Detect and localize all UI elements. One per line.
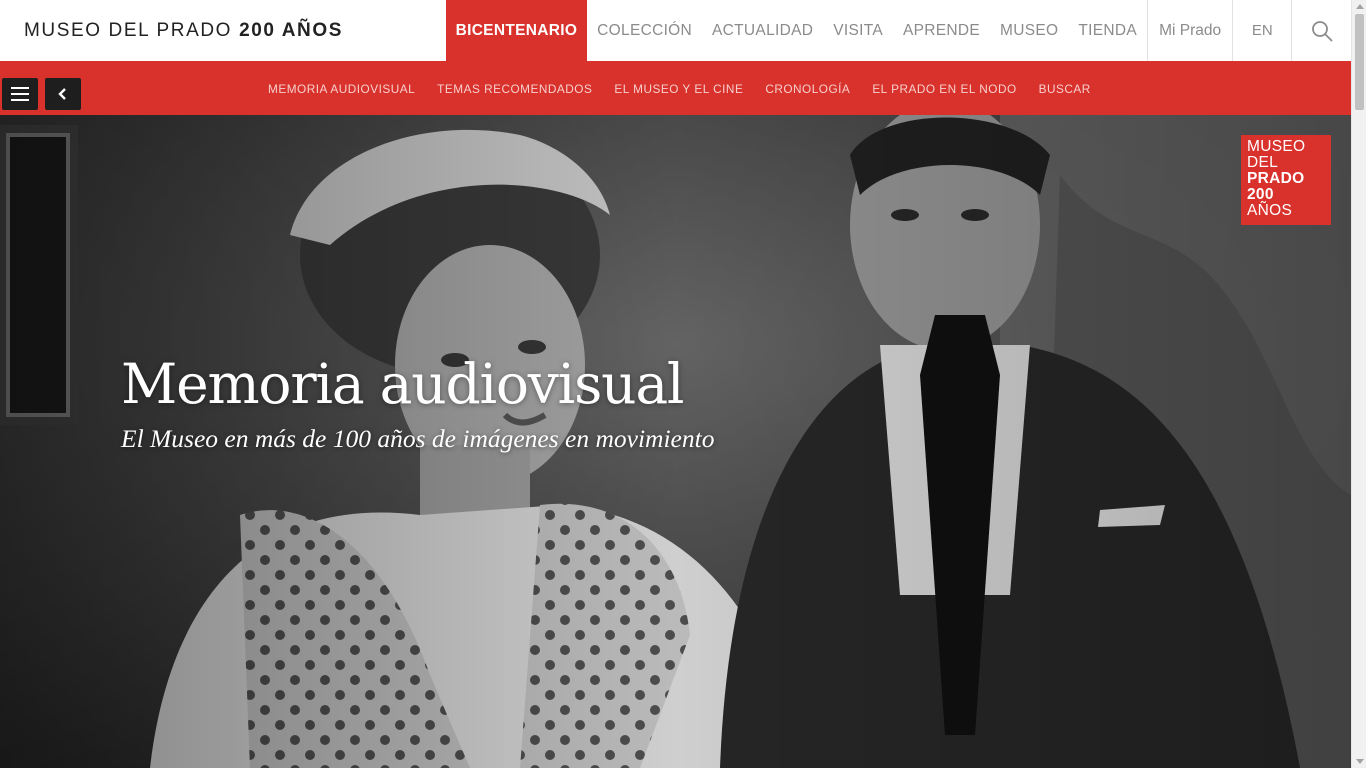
bicentenary-badge[interactable]: MUSEO DEL PRADO 200 AÑOS — [1241, 135, 1331, 225]
nav-item-bicentenario[interactable]: BICENTENARIO — [445, 0, 588, 61]
subnav-item-cronologia[interactable]: CRONOLOGÍA — [754, 82, 861, 96]
nav-item-tienda[interactable]: TIENDA — [1068, 0, 1147, 61]
nav-item-coleccion[interactable]: COLECCIÓN — [587, 0, 702, 61]
main-nav: BICENTENARIO COLECCIÓN ACTUALIDAD VISITA… — [445, 0, 1147, 61]
page-scrollbar[interactable] — [1351, 0, 1366, 768]
badge-line-1: MUSEO — [1247, 138, 1306, 155]
nav-item-visita[interactable]: VISITA — [823, 0, 893, 61]
subnav-item-buscar[interactable]: BUSCAR — [1028, 82, 1102, 96]
badge-line-3: PRADO — [1247, 170, 1305, 187]
back-button[interactable] — [45, 78, 81, 110]
scrollbar-thumb[interactable] — [1355, 14, 1364, 110]
logo-text: MUSEO DEL PRADO — [24, 19, 233, 41]
nav-item-aprende[interactable]: APRENDE — [893, 0, 990, 61]
logo-bold-text: 200 AÑOS — [239, 19, 344, 41]
hero-title: Memoria audiovisual — [121, 352, 685, 416]
subnav-item-memoria-audiovisual[interactable]: MEMORIA AUDIOVISUAL — [257, 82, 426, 96]
subnav-item-museo-y-cine[interactable]: EL MUSEO Y EL CINE — [603, 82, 754, 96]
badge-line-5: AÑOS — [1247, 202, 1293, 219]
menu-button[interactable] — [2, 78, 38, 110]
search-button[interactable] — [1291, 0, 1351, 61]
secondary-nav-bar: MEMORIA AUDIOVISUAL TEMAS RECOMENDADOS E… — [0, 61, 1351, 115]
site-logo[interactable]: MUSEO DEL PRADO 200 AÑOS — [0, 0, 446, 61]
scroll-up-arrow[interactable] — [1356, 4, 1364, 9]
hero-banner: Memoria audiovisual El Museo en más de 1… — [0, 115, 1351, 768]
scroll-down-arrow[interactable] — [1356, 759, 1364, 764]
hamburger-icon — [11, 87, 29, 101]
hero-subtitle: El Museo en más de 100 años de imágenes … — [121, 424, 715, 453]
mi-prado-link[interactable]: Mi Prado — [1147, 0, 1232, 61]
subnav-item-prado-en-nodo[interactable]: EL PRADO EN EL NODO — [861, 82, 1027, 96]
language-switch[interactable]: EN — [1232, 0, 1291, 61]
search-icon — [1311, 20, 1332, 41]
subnav-item-temas-recomendados[interactable]: TEMAS RECOMENDADOS — [426, 82, 603, 96]
top-header: MUSEO DEL PRADO 200 AÑOS BICENTENARIO CO… — [0, 0, 1351, 61]
chevron-left-icon — [58, 88, 66, 100]
nav-item-museo[interactable]: MUSEO — [990, 0, 1068, 61]
nav-item-actualidad[interactable]: ACTUALIDAD — [702, 0, 823, 61]
secondary-nav: MEMORIA AUDIOVISUAL TEMAS RECOMENDADOS E… — [257, 61, 1102, 115]
badge-line-4: 200 — [1247, 186, 1274, 203]
badge-line-2: DEL — [1247, 154, 1279, 171]
